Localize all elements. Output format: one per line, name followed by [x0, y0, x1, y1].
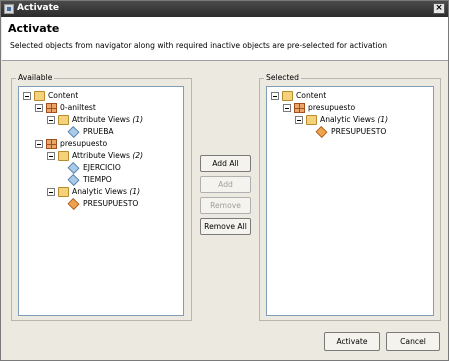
- tree-node-label: Analytic Views (1): [320, 114, 388, 126]
- package-icon: [294, 103, 305, 113]
- tree-node-count: (2): [132, 151, 144, 160]
- analytic-view-icon: [315, 126, 328, 138]
- collapse-toggle-icon[interactable]: [35, 104, 43, 112]
- tree-node-label: Content: [296, 91, 327, 100]
- tree-node-label: EJERCICIO: [83, 163, 121, 172]
- dialog-header: Activate Selected objects from navigator…: [2, 17, 448, 61]
- header-message: Selected objects from navigator along wi…: [10, 41, 388, 50]
- folder-icon: [58, 187, 69, 197]
- tree-node-label: Attribute Views (2): [72, 150, 143, 162]
- app-icon: [4, 4, 14, 14]
- tree-node-label: Attribute Views (1): [72, 114, 143, 126]
- available-tree[interactable]: Content 0-aniltest Attribute Views (1) P…: [18, 86, 184, 316]
- selected-group: Selected Content presupuesto Analytic Vi…: [259, 73, 441, 321]
- folder-icon: [58, 151, 69, 161]
- title-bar: Activate ×: [1, 1, 448, 17]
- tree-node-label: TIEMPO: [83, 175, 112, 184]
- cancel-button[interactable]: Cancel: [386, 332, 440, 351]
- tree-node-count: (1): [377, 115, 389, 124]
- attribute-view-icon: [67, 174, 80, 186]
- available-group: Available Content 0-aniltest Attribute V…: [11, 73, 192, 321]
- collapse-toggle-icon[interactable]: [47, 152, 55, 160]
- tree-node-label: PRESUPUESTO: [331, 127, 387, 136]
- selected-legend: Selected: [264, 73, 301, 82]
- collapse-toggle-icon[interactable]: [23, 92, 31, 100]
- selected-tree[interactable]: Content presupuesto Analytic Views (1) P…: [266, 86, 434, 316]
- header-title: Activate: [8, 22, 60, 35]
- attribute-view-icon: [67, 162, 80, 174]
- tree-node-count: (1): [129, 187, 141, 196]
- tree-node-text: Attribute Views: [72, 151, 130, 160]
- collapse-toggle-icon[interactable]: [47, 116, 55, 124]
- attribute-view-icon: [67, 126, 80, 138]
- tree-node-label: PRUEBA: [83, 127, 114, 136]
- tree-node-label: presupuesto: [308, 103, 356, 112]
- add-button[interactable]: Add: [200, 176, 251, 193]
- collapse-toggle-icon[interactable]: [295, 116, 303, 124]
- tree-node-label: PRESUPUESTO: [83, 199, 139, 208]
- package-icon: [46, 103, 57, 113]
- collapse-toggle-icon[interactable]: [47, 188, 55, 196]
- tree-node-count: (1): [132, 115, 144, 124]
- window-title: Activate: [17, 3, 60, 13]
- tree-node-label: presupuesto: [60, 139, 108, 148]
- activate-dialog: Activate × Activate Selected objects fro…: [0, 0, 449, 361]
- package-icon: [46, 139, 57, 149]
- activate-button[interactable]: Activate: [324, 332, 380, 351]
- folder-icon: [34, 91, 45, 101]
- folder-icon: [282, 91, 293, 101]
- collapse-toggle-icon[interactable]: [271, 92, 279, 100]
- tree-node-label: Analytic Views (1): [72, 186, 140, 198]
- collapse-toggle-icon[interactable]: [283, 104, 291, 112]
- remove-all-button[interactable]: Remove All: [200, 218, 251, 235]
- tree-node-label: Content: [48, 91, 79, 100]
- tree-node-text: Attribute Views: [72, 115, 130, 124]
- close-icon[interactable]: ×: [433, 3, 445, 14]
- folder-icon: [58, 115, 69, 125]
- folder-icon: [306, 115, 317, 125]
- remove-button[interactable]: Remove: [200, 197, 251, 214]
- collapse-toggle-icon[interactable]: [35, 140, 43, 148]
- add-all-button[interactable]: Add All: [200, 155, 251, 172]
- available-legend: Available: [16, 73, 55, 82]
- analytic-view-icon: [67, 198, 80, 210]
- tree-node-text: Analytic Views: [72, 187, 127, 196]
- tree-node-label: 0-aniltest: [60, 103, 96, 112]
- tree-node-text: Analytic Views: [320, 115, 375, 124]
